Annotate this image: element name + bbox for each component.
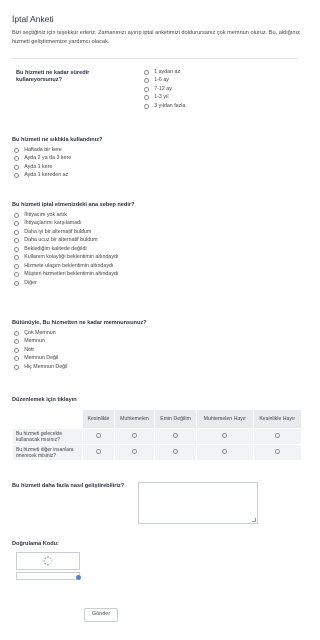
radio-button[interactable]: [14, 229, 20, 235]
matrix-cell[interactable]: [114, 444, 155, 461]
radio-button[interactable]: [14, 263, 20, 269]
option-reason-7[interactable]: Müşteri hizmetleri beklentimin altındayd…: [14, 271, 118, 280]
matrix-header-row: Kesinlikle Muhtemelen Emin Değilim Muhte…: [12, 409, 303, 429]
option-frequency-3[interactable]: Ayda 1 kereden az: [14, 172, 71, 181]
question-frequency-options: Haftada bir kere Ayda 2 ya da 3 kere Ayd…: [14, 146, 71, 180]
question-satisfaction-options: Çok Memnun Memnun Nötr Memnun Değil Hiç …: [14, 329, 67, 372]
matrix-row: Bu hizmeti diğer insanlara önerecek misi…: [12, 444, 303, 461]
option-reason-1[interactable]: İhtiyaçlarımı karşılamadı: [14, 220, 118, 229]
option-reason-3[interactable]: Daha ucuz bir alternatif buldum: [14, 237, 118, 246]
captcha-image: [16, 552, 80, 570]
radio-button[interactable]: [172, 432, 179, 438]
matrix-column-header: Muhtemelen: [114, 409, 155, 429]
radio-button[interactable]: [131, 448, 138, 454]
header-divider: [12, 58, 298, 59]
question-frequency-label: Bu hizmeti ne sıklıkla kullandınız?: [12, 137, 103, 143]
radio-button[interactable]: [222, 432, 228, 438]
radio-button[interactable]: [144, 78, 150, 84]
matrix-cell[interactable]: [252, 444, 303, 461]
radio-button[interactable]: [14, 255, 20, 261]
radio-button[interactable]: [274, 448, 280, 454]
option-frequency-0[interactable]: Haftada bir kere: [14, 146, 71, 155]
captcha-label: Doğrulama Kodu:: [12, 541, 59, 547]
captcha-input[interactable]: [16, 572, 80, 580]
radio-button[interactable]: [14, 347, 20, 353]
option-duration-4[interactable]: 3 yıldan fazla: [144, 102, 185, 111]
radio-button[interactable]: [144, 103, 150, 109]
radio-button[interactable]: [274, 432, 280, 438]
radio-button[interactable]: [14, 330, 20, 336]
matrix-cell[interactable]: [196, 428, 254, 445]
question-reason-label: Bu hizmeti iptal etmenizdeki ana sebep n…: [12, 202, 135, 208]
radio-button[interactable]: [14, 147, 20, 153]
radio-button[interactable]: [172, 448, 179, 454]
radio-button[interactable]: [144, 69, 150, 75]
matrix-column-header: Muhtemelen Hayır: [196, 409, 254, 429]
option-reason-0[interactable]: İhtiyacım yok artık: [14, 211, 118, 220]
option-reason-5[interactable]: Kullanım kolaylığı beklentimin altındayd…: [14, 254, 118, 263]
option-duration-3[interactable]: 1-3 yıl: [144, 94, 185, 103]
radio-button[interactable]: [95, 432, 102, 438]
option-frequency-1[interactable]: Ayda 2 ya da 3 kere: [14, 155, 71, 164]
radio-button[interactable]: [14, 364, 20, 370]
radio-button[interactable]: [222, 448, 228, 454]
radio-button[interactable]: [14, 246, 20, 252]
option-duration-1[interactable]: 1-6 ay: [144, 77, 185, 86]
option-satisfaction-1[interactable]: Memnun: [14, 338, 67, 347]
question-reason-options: İhtiyacım yok artık İhtiyaçlarımı karşıl…: [14, 211, 118, 288]
radio-button[interactable]: [131, 432, 138, 438]
refresh-captcha-icon[interactable]: [76, 575, 81, 580]
radio-button[interactable]: [14, 339, 20, 345]
question-satisfaction-label: Bütünüyle, Bu hizmetten ne kadar memnuns…: [12, 320, 147, 326]
option-reason-8[interactable]: Diğer: [14, 279, 118, 288]
option-satisfaction-4[interactable]: Hiç Memnun Değil: [14, 363, 67, 372]
matrix-question-label: Düzenlemek için tıklayın: [12, 397, 77, 403]
option-reason-4[interactable]: Beklediğim kalitede değildi: [14, 245, 118, 254]
matrix-row: Bu hizmeti gelecekte kullanacak mısınız?: [12, 428, 303, 445]
matrix-cell[interactable]: [114, 428, 155, 445]
option-duration-0[interactable]: 1 aydan az: [144, 68, 185, 77]
option-satisfaction-0[interactable]: Çok Memnun: [14, 329, 67, 338]
radio-button[interactable]: [95, 448, 102, 454]
radio-button[interactable]: [14, 173, 20, 179]
matrix-corner: [12, 409, 83, 429]
radio-button[interactable]: [14, 280, 20, 286]
form-title: İptal Anketi: [12, 14, 54, 24]
matrix-row-label: Bu hizmeti gelecekte kullanacak mısınız?: [12, 428, 83, 445]
radio-button[interactable]: [14, 164, 20, 170]
improvement-textarea[interactable]: [138, 482, 258, 524]
submit-button[interactable]: Gönder: [84, 608, 118, 622]
matrix-row-label: Bu hizmeti diğer insanlara önerecek misi…: [12, 444, 83, 461]
option-reason-6[interactable]: Hizmete ulaşım beklentimin altındaydı: [14, 262, 118, 271]
form-description: Bizi seçtiğiniz için teşekkür ederiz. Za…: [12, 30, 300, 45]
matrix-column-header: Kesinlikle: [82, 409, 115, 429]
matrix-cell[interactable]: [153, 428, 198, 445]
option-satisfaction-2[interactable]: Nötr: [14, 346, 67, 355]
question-duration-options: 1 aydan az 1-6 ay 7-12 ay 1-3 yıl 3 yıld…: [144, 68, 185, 111]
option-satisfaction-3[interactable]: Memnun Değil: [14, 355, 67, 364]
matrix-cell[interactable]: [196, 444, 254, 461]
radio-button[interactable]: [14, 221, 20, 227]
radio-button[interactable]: [144, 95, 150, 101]
option-duration-2[interactable]: 7-12 ay: [144, 85, 185, 94]
matrix-column-header: Emin Değilim: [153, 409, 198, 429]
option-reason-2[interactable]: Daha iyi bir alternatif buldum: [14, 228, 118, 237]
option-frequency-2[interactable]: Ayda 1 kere: [14, 163, 71, 172]
question-improvement-label: Bu hizmeti daha fazla nasıl geliştirebil…: [12, 483, 125, 489]
matrix-table: Kesinlikle Muhtemelen Emin Değilim Muhte…: [12, 409, 303, 461]
matrix-cell[interactable]: [82, 444, 115, 461]
radio-button[interactable]: [14, 356, 20, 362]
matrix-cell[interactable]: [82, 428, 115, 445]
radio-button[interactable]: [144, 86, 150, 92]
resize-grip-icon[interactable]: [252, 518, 256, 522]
radio-button[interactable]: [14, 272, 20, 278]
radio-button[interactable]: [14, 156, 20, 162]
radio-button[interactable]: [14, 212, 20, 218]
matrix-cell[interactable]: [153, 444, 198, 461]
matrix-cell[interactable]: [252, 428, 303, 445]
radio-button[interactable]: [14, 238, 20, 244]
loading-spinner-icon: [43, 556, 53, 566]
matrix-column-header: Kesinlikle Hayır: [252, 409, 303, 429]
question-duration-label: Bu hizmeti ne kadar süredir kullanıyorsu…: [16, 70, 90, 84]
